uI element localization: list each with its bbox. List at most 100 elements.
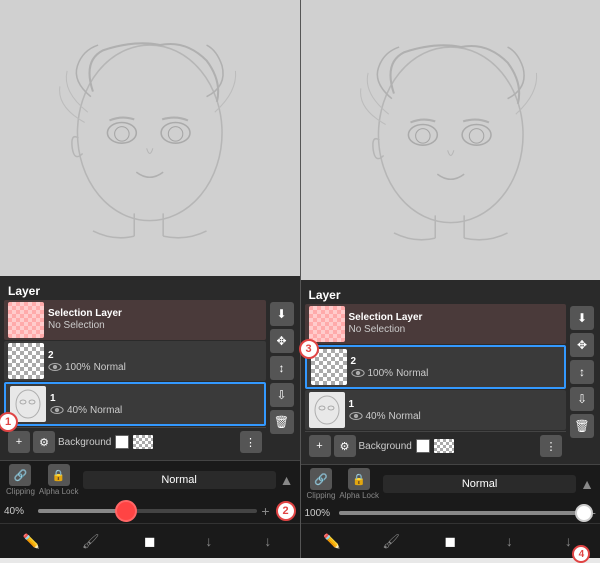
layer2-blend-right: 100% Normal <box>351 368 561 379</box>
layer2-opacity-right: 100% <box>368 368 394 379</box>
opacity-plus-left[interactable]: + <box>261 503 269 519</box>
eraser-icon-right[interactable]: ◼ <box>436 527 464 555</box>
alpha-lock-icon-left[interactable]: 🔒 <box>48 464 70 486</box>
layer2-mode-left: Normal <box>94 362 126 373</box>
flip-btn-right[interactable]: ↕ <box>570 360 594 384</box>
canvas-area-left <box>0 0 300 276</box>
delete-btn-left[interactable]: 🗑 <box>270 410 294 434</box>
clipping-icon-right[interactable]: 🔗 <box>310 468 332 490</box>
pencil-icon-left[interactable]: ✏️ <box>18 527 46 555</box>
alpha-lock-section-left: 🔒 Alpha Lock <box>39 464 79 496</box>
bottom-bar-left: 🔗 Clipping 🔒 Alpha Lock Normal ▲ <box>0 460 300 499</box>
blend-mode-display-left[interactable]: Normal <box>83 471 276 489</box>
bottom-icons-right: ✏️ 🖌 ◼ ↓ ↓ 4 <box>301 523 600 558</box>
clipping-icon-left[interactable]: 🔗 <box>9 464 31 486</box>
layer1-left[interactable]: 1 40% Normal 1 <box>4 382 266 426</box>
bg-checker-right <box>434 439 454 453</box>
bg-label-right: Background <box>359 441 412 452</box>
smudge-icon-left[interactable]: 🖌 <box>77 527 105 555</box>
add-layer-btn-right[interactable]: + <box>309 435 331 457</box>
layer1-blend-left: 40% Normal <box>50 405 260 416</box>
layer1-info-right: 1 40% Normal <box>349 399 563 422</box>
bottom-bar-right: 🔗 Clipping 🔒 Alpha Lock Normal ▲ <box>301 464 600 503</box>
layer1-info-left: 1 40% Normal <box>50 393 260 416</box>
bg-white-right <box>416 439 430 453</box>
alpha-lock-icon-right[interactable]: 🔒 <box>348 468 370 490</box>
layer1-opacity-left: 40% <box>67 405 87 416</box>
opacity-value-right: 100% <box>305 508 335 519</box>
bg-white-left <box>115 435 129 449</box>
selection-thumb-left <box>8 302 44 338</box>
move-btn-left[interactable]: ✥ <box>270 329 294 353</box>
opacity-slider-left[interactable] <box>38 509 257 513</box>
layer2-eye-left <box>48 362 62 372</box>
layer-list-left: Selection Layer No Selection 2 <box>4 300 266 456</box>
chevron-up-right[interactable]: ▲ <box>580 476 594 492</box>
bg-checker-left <box>133 435 153 449</box>
layer1-name-right: 1 <box>349 399 563 411</box>
layer1-opacity-right: 40% <box>366 411 386 422</box>
opacity-fill-right <box>339 511 584 515</box>
layer-header-left: Layer <box>4 280 296 300</box>
opacity-value-left: 40% <box>4 506 34 517</box>
opacity-row-left: 40% + 2 <box>0 499 300 523</box>
alpha-lock-section-right: 🔒 Alpha Lock <box>339 468 379 500</box>
move-btn-right[interactable]: ✥ <box>570 333 594 357</box>
settings-btn-right[interactable]: ⚙ <box>334 435 356 457</box>
layer2-opacity-left: 100% <box>65 362 91 373</box>
eraser-icon-left[interactable]: ◼ <box>136 527 164 555</box>
selection-info-left: Selection Layer No Selection <box>48 308 262 332</box>
clipping-section-left: 🔗 Clipping <box>6 464 35 496</box>
layer2-thumb-left <box>8 343 44 379</box>
layer2-eye-right <box>351 368 365 378</box>
opacity-thumb-right[interactable] <box>575 504 593 522</box>
bg-label-left: Background <box>58 437 111 448</box>
layer2-left[interactable]: 2 100% Normal <box>4 341 266 381</box>
layer2-right[interactable]: 2 100% Normal 3 <box>305 345 567 389</box>
selection-info-right: Selection Layer No Selection <box>349 312 563 336</box>
layer1-name-left: 1 <box>50 393 260 405</box>
move-icon-left[interactable]: ↓ <box>195 527 223 555</box>
layer2-blend-left: 100% Normal <box>48 362 262 373</box>
more-btn-left[interactable]: ⋮ <box>240 431 262 453</box>
blend-mode-display-right[interactable]: Normal <box>383 475 576 493</box>
transform-icon-right[interactable]: ↓ 4 <box>554 527 582 555</box>
selection-layer-subname-left: No Selection <box>48 320 262 332</box>
more-btn-right[interactable]: ⋮ <box>540 435 562 457</box>
layer-panel-body-right: Selection Layer No Selection 2 <box>305 304 597 460</box>
selection-layer-name-right: Selection Layer <box>349 312 563 324</box>
merge-btn-right[interactable]: ⬇ <box>570 306 594 330</box>
flip-btn-left[interactable]: ↕ <box>270 356 294 380</box>
background-row-right: Background <box>359 439 538 453</box>
opacity-slider-right[interactable] <box>339 511 584 515</box>
selection-layer-left[interactable]: Selection Layer No Selection <box>4 300 266 340</box>
opacity-thumb-left[interactable] <box>115 500 137 522</box>
selection-layer-right[interactable]: Selection Layer No Selection <box>305 304 567 344</box>
copy-down-btn-right[interactable]: ⇩ <box>570 387 594 411</box>
layer1-right[interactable]: 1 40% Normal <box>305 390 567 430</box>
layer1-eye-right <box>349 411 363 421</box>
left-panel: Layer Selection Layer No Selection 2 <box>0 0 300 558</box>
settings-btn-left[interactable]: ⚙ <box>33 431 55 453</box>
background-row-left: Background <box>58 435 237 449</box>
layer1-thumb-right <box>309 392 345 428</box>
move-icon-right[interactable]: ↓ <box>495 527 523 555</box>
merge-btn-left[interactable]: ⬇ <box>270 302 294 326</box>
bottom-icons-left: ✏️ 🖌 ◼ ↓ ↓ <box>0 523 300 558</box>
add-layer-btn-left[interactable]: + <box>8 431 30 453</box>
num2-indicator: 2 <box>276 501 296 521</box>
layer-header-right: Layer <box>305 284 597 304</box>
layer-toolbar-right: ⬇ ✥ ↕ ⇩ 🗑 <box>568 304 596 460</box>
opacity-fill-left <box>38 509 126 513</box>
pencil-icon-right[interactable]: ✏️ <box>318 527 346 555</box>
smudge-icon-right[interactable]: 🖌 <box>377 527 405 555</box>
chevron-up-left[interactable]: ▲ <box>280 472 294 488</box>
right-panel: Layer Selection Layer No Selection 2 <box>301 0 600 558</box>
layer2-name-right: 2 <box>351 356 561 368</box>
copy-down-btn-left[interactable]: ⇩ <box>270 383 294 407</box>
layer2-info-left: 2 100% Normal <box>48 350 262 373</box>
layer2-info-right: 2 100% Normal <box>351 356 561 379</box>
clipping-label-left: Clipping <box>6 487 35 496</box>
transform-icon-left[interactable]: ↓ <box>254 527 282 555</box>
delete-btn-right[interactable]: 🗑 <box>570 414 594 438</box>
